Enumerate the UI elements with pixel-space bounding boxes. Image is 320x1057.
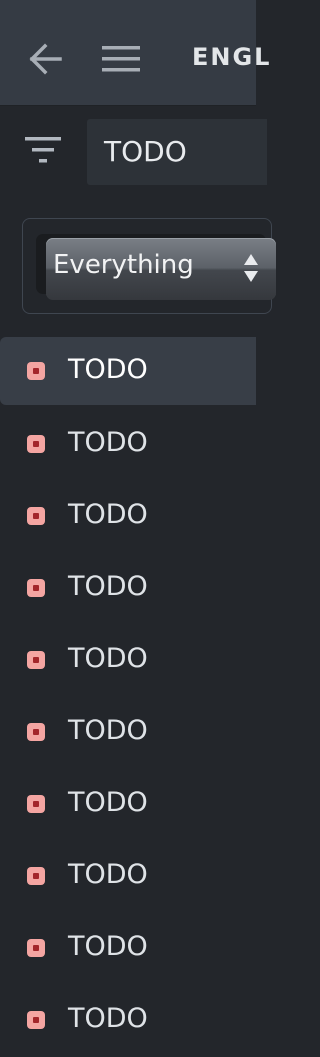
arrow-left-icon[interactable]	[26, 40, 64, 78]
status-badge-icon	[27, 651, 45, 669]
list-item[interactable]: TODO	[0, 985, 256, 1057]
list-item-label: TODO	[68, 643, 148, 674]
list-item-label: TODO	[68, 571, 148, 602]
list-item[interactable]: TODO	[0, 409, 256, 481]
status-badge-icon	[27, 435, 45, 453]
filter-icon[interactable]	[25, 137, 63, 165]
status-badge-icon	[27, 579, 45, 597]
filter-input[interactable]: TODO	[87, 119, 267, 185]
status-badge-icon	[27, 795, 45, 813]
status-badge-icon	[27, 507, 45, 525]
list-item-label: TODO	[68, 859, 148, 890]
status-badge-icon	[27, 1011, 45, 1029]
list-item[interactable]: TODO	[0, 337, 256, 405]
status-badge-icon	[27, 362, 45, 380]
scope-select-value: Everything	[53, 250, 194, 280]
page-title: ENGL	[192, 43, 272, 71]
status-badge-icon	[27, 939, 45, 957]
filter-input-value: TODO	[104, 135, 187, 168]
updown-arrows-icon	[244, 254, 258, 282]
scope-select[interactable]: Everything	[46, 238, 276, 300]
list-item[interactable]: TODO	[0, 553, 256, 625]
top-bar: ENGL	[0, 0, 269, 106]
list-item[interactable]: TODO	[0, 913, 256, 985]
list-item[interactable]: TODO	[0, 841, 256, 913]
list-item-label: TODO	[68, 354, 148, 385]
list-item[interactable]: TODO	[0, 697, 256, 769]
list-item-label: TODO	[68, 931, 148, 962]
list-item-label: TODO	[68, 787, 148, 818]
list-item-label: TODO	[68, 499, 148, 530]
list-item-label: TODO	[68, 1003, 148, 1034]
list-item[interactable]: TODO	[0, 625, 256, 697]
status-badge-icon	[27, 723, 45, 741]
list-item-label: TODO	[68, 427, 148, 458]
hamburger-menu-icon[interactable]	[102, 46, 140, 72]
list-item[interactable]: TODO	[0, 481, 256, 553]
list-item-label: TODO	[68, 715, 148, 746]
list-item[interactable]: TODO	[0, 769, 256, 841]
status-badge-icon	[27, 867, 45, 885]
item-list: TODO TODO TODO TODO TODO TODO TODO TODO …	[0, 337, 256, 1057]
